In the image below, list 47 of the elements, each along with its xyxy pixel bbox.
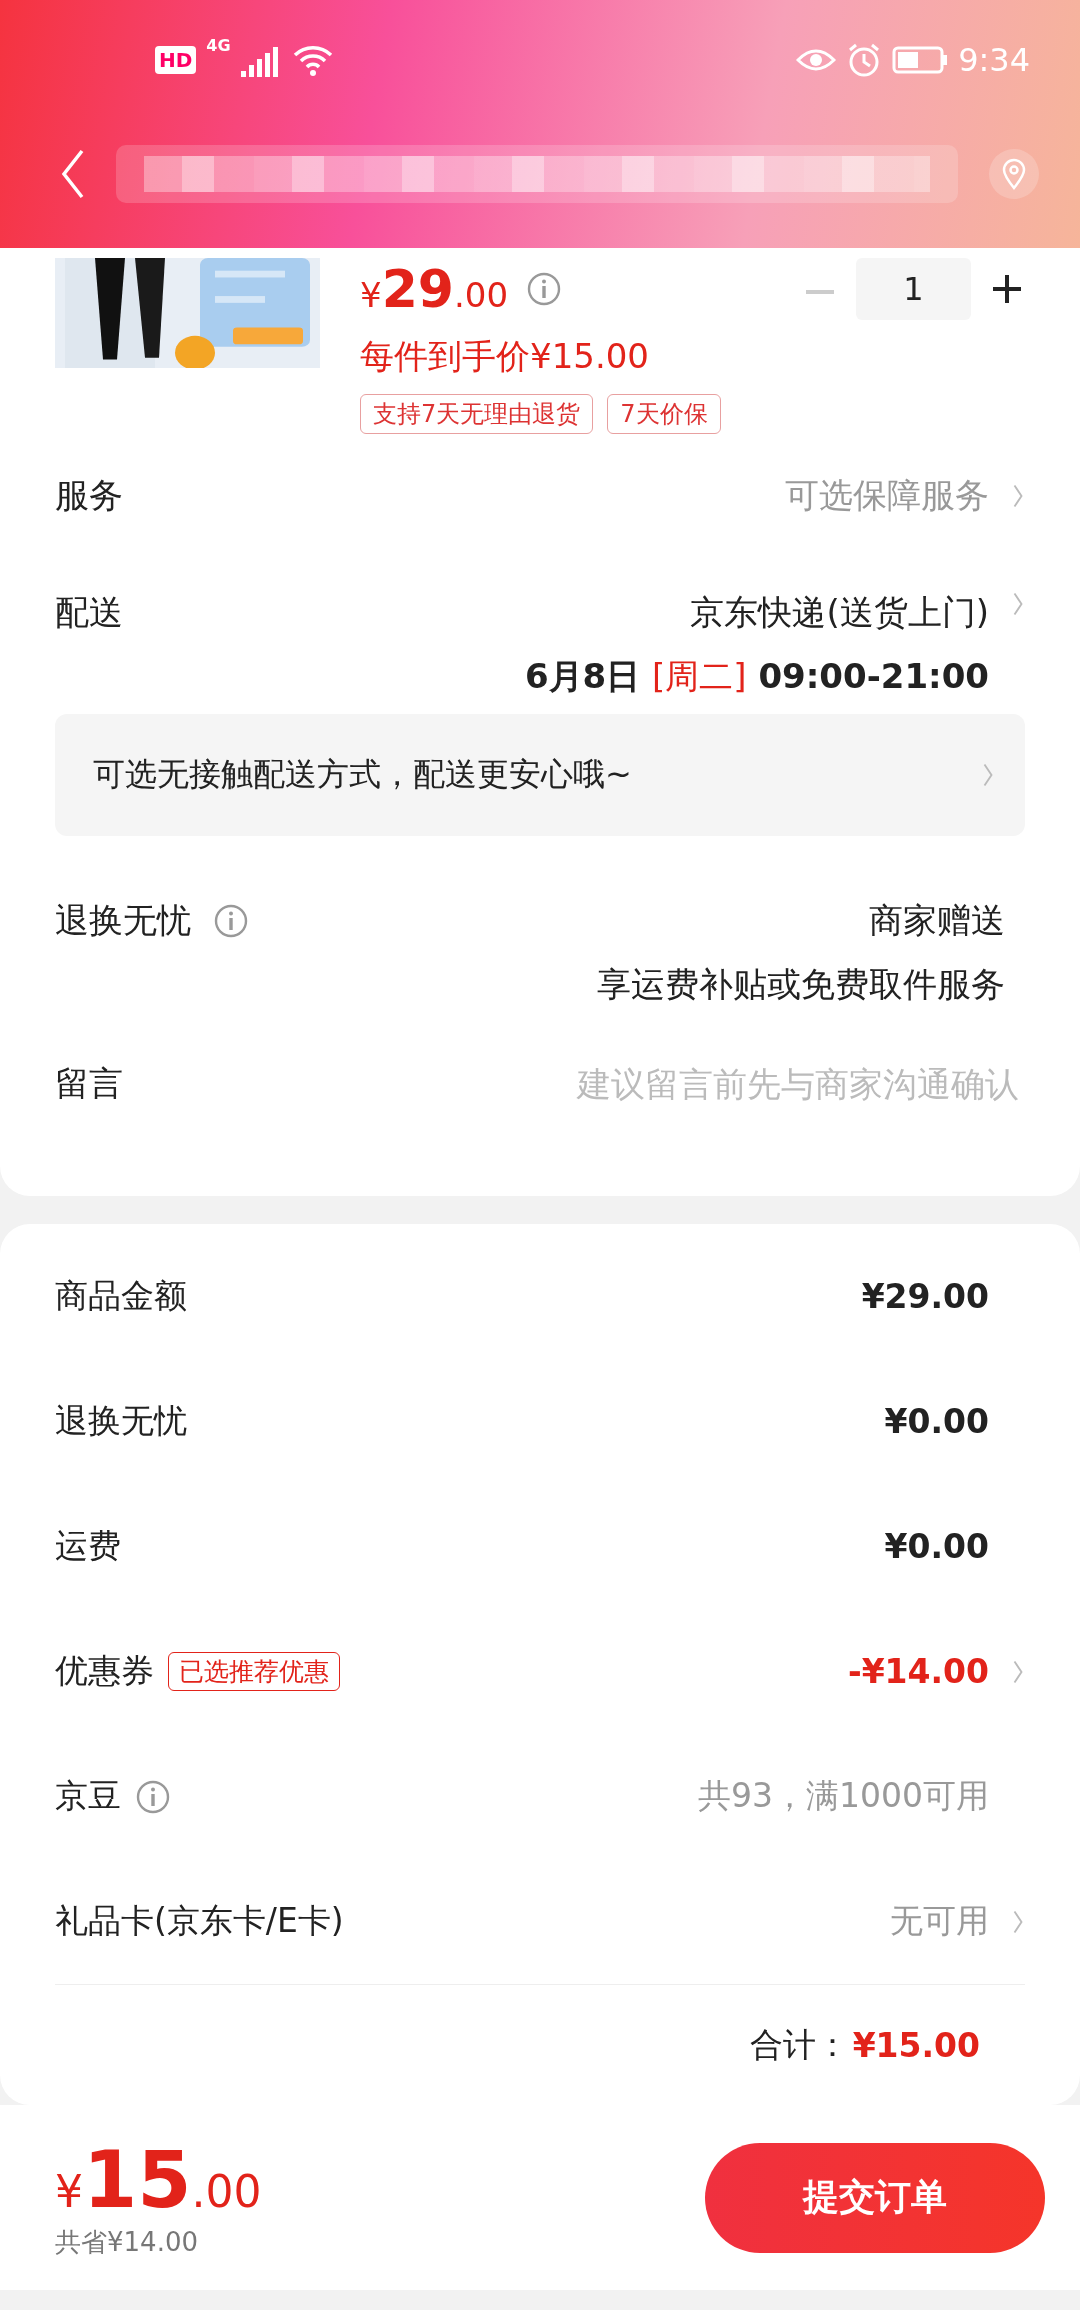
quantity-field[interactable]: 1 [856, 258, 971, 320]
contactless-notice[interactable]: 可选无接触配送方式，配送更安心哦~ [55, 714, 1025, 836]
row-label: 京豆 [55, 1775, 121, 1817]
back-icon[interactable] [60, 148, 86, 200]
status-time: 9:34 [958, 41, 1030, 79]
row-detail: 享运费补贴或免费取件服务 [597, 963, 1005, 1006]
info-icon[interactable] [213, 903, 249, 939]
minus-icon [806, 289, 834, 294]
chevron-icon [1011, 482, 1025, 510]
payable-amount: ¥15.00 [55, 2135, 262, 2225]
delivery-method[interactable]: 京东快递(送货上门) [690, 590, 989, 636]
total-label: 合计： [749, 2023, 849, 2066]
service-tag: 7天价保 [607, 394, 721, 434]
row-value: 商家赠送 [869, 899, 1005, 942]
row-label: 商品金额 [55, 1275, 187, 1317]
location-icon[interactable] [988, 148, 1040, 200]
final-price: 每件到手价¥15.00 [360, 335, 650, 378]
battery-icon [892, 45, 949, 75]
service-tag: 支持7天无理由退货 [360, 394, 594, 434]
row-label: 运费 [55, 1525, 121, 1567]
address-bar[interactable] [116, 145, 958, 203]
total-value: ¥15.00 [852, 2025, 980, 2065]
row-value[interactable]: 无可用 [890, 1899, 989, 1944]
chevron-icon [981, 761, 995, 789]
chevron-icon [1011, 590, 1025, 618]
info-icon[interactable] [135, 1778, 171, 1815]
row-value: ¥0.00 [884, 1527, 989, 1566]
network-label: 4G [206, 36, 231, 55]
row-label: 退换无忧 [55, 899, 191, 942]
row-value[interactable]: 可选保障服务 [785, 473, 989, 519]
hd-icon: HD [155, 46, 197, 74]
row-value: ¥0.00 [884, 1402, 989, 1441]
coupon-tag: 已选推荐优惠 [168, 1652, 340, 1691]
row-value: ¥29.00 [861, 1277, 989, 1316]
row-label: 优惠券 [55, 1650, 154, 1692]
row-label: 退换无忧 [55, 1400, 187, 1442]
row-label: 配送 [55, 591, 123, 634]
row-label: 留言 [55, 1062, 123, 1105]
row-label: 服务 [55, 474, 123, 517]
row-value: 共93，满1000可用 [698, 1775, 989, 1817]
product-price: ¥29.00 [360, 259, 509, 319]
info-icon[interactable] [526, 271, 563, 307]
saved-amount: 共省¥14.00 [55, 2226, 199, 2259]
row-value[interactable]: -¥14.00 [847, 1652, 989, 1691]
row-label: 礼品卡(京东卡/E卡) [55, 1900, 344, 1942]
submit-order-button[interactable]: 提交订单 [705, 2142, 1045, 2253]
delivery-time: 6月8日 [周二] 09:00-21:00 [524, 655, 989, 698]
